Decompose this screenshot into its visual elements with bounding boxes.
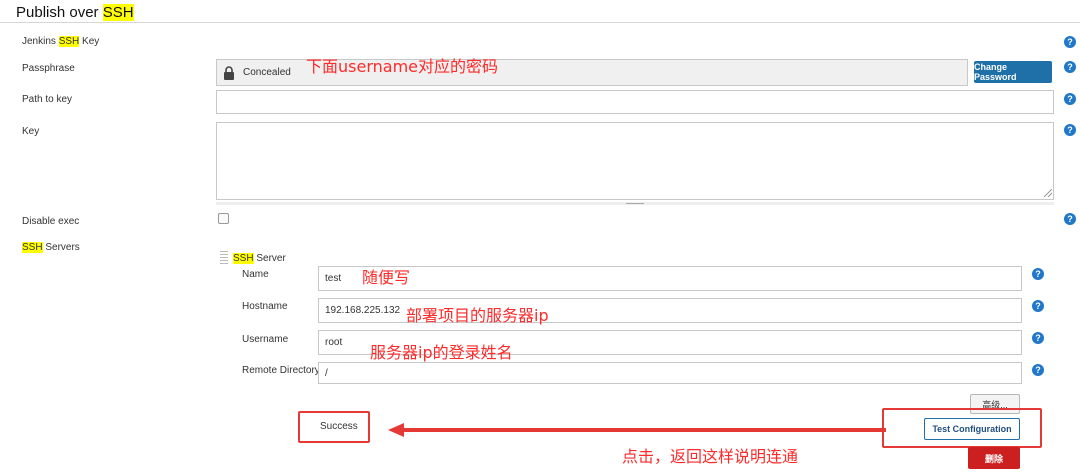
jenkins-ssh-key-label-pre: Jenkins bbox=[22, 36, 59, 47]
lock-icon bbox=[224, 65, 234, 80]
section-title-text: Publish over bbox=[16, 4, 103, 21]
help-icon-hostname[interactable]: ? bbox=[1032, 300, 1044, 312]
ssh-servers-label: SSH Servers bbox=[22, 242, 80, 253]
path-to-key-label: Path to key bbox=[22, 94, 73, 105]
annotation-test: 点击，返回这样说明连通 bbox=[622, 447, 799, 466]
username-label: Username bbox=[242, 334, 289, 345]
textarea-resize-grip bbox=[626, 203, 644, 204]
hostname-label: Hostname bbox=[242, 301, 288, 312]
server-name-input[interactable]: test bbox=[318, 266, 1022, 291]
passphrase-value: Concealed bbox=[243, 67, 291, 78]
passphrase-label: Passphrase bbox=[22, 63, 75, 74]
jenkins-ssh-key-label-hl: SSH bbox=[58, 36, 80, 47]
section-divider bbox=[0, 22, 1080, 23]
help-icon-passphrase[interactable]: ? bbox=[1064, 61, 1076, 73]
drag-handle[interactable] bbox=[220, 251, 228, 265]
annotation-name: 随便写 bbox=[362, 268, 411, 287]
remote-directory-label: Remote Directory bbox=[242, 365, 320, 376]
ssh-server-header-hl: SSH bbox=[233, 253, 254, 264]
server-name-label: Name bbox=[242, 269, 269, 280]
annotation-username: 服务器ip的登录姓名 bbox=[370, 343, 513, 362]
key-textarea[interactable] bbox=[216, 122, 1054, 200]
annotation-passphrase: 下面username对应的密码 bbox=[306, 57, 498, 76]
help-icon-key[interactable]: ? bbox=[1064, 124, 1076, 136]
delete-button[interactable]: 删除 bbox=[968, 447, 1020, 469]
help-icon-remote-directory[interactable]: ? bbox=[1032, 364, 1044, 376]
annotation-arrow bbox=[388, 423, 886, 437]
test-configuration-button[interactable]: Test Configuration bbox=[924, 418, 1020, 440]
path-to-key-input[interactable] bbox=[216, 90, 1054, 114]
section-title-highlight: SSH bbox=[102, 4, 134, 21]
help-icon-disable-exec[interactable]: ? bbox=[1064, 213, 1076, 225]
ssh-servers-label-post: Servers bbox=[42, 242, 80, 253]
help-icon-server-name[interactable]: ? bbox=[1032, 268, 1044, 280]
ssh-servers-label-hl: SSH bbox=[22, 242, 43, 253]
remote-directory-input[interactable]: / bbox=[318, 362, 1022, 384]
change-password-button[interactable]: Change Password bbox=[974, 61, 1052, 83]
success-status-text: Success bbox=[320, 421, 358, 432]
key-label: Key bbox=[22, 126, 40, 137]
resize-handle[interactable] bbox=[1044, 189, 1052, 197]
help-icon-jenkins-key[interactable]: ? bbox=[1064, 36, 1076, 48]
help-icon-username[interactable]: ? bbox=[1032, 332, 1044, 344]
jenkins-ssh-key-label: Jenkins SSH Key bbox=[22, 36, 99, 47]
section-title: Publish over SSH bbox=[16, 4, 134, 21]
help-icon-path-to-key[interactable]: ? bbox=[1064, 93, 1076, 105]
ssh-server-header-post: Server bbox=[253, 253, 286, 264]
disable-exec-checkbox[interactable] bbox=[218, 213, 229, 224]
disable-exec-label: Disable exec bbox=[22, 216, 80, 227]
annotation-hostname: 部署项目的服务器ip bbox=[406, 306, 549, 325]
jenkins-ssh-key-label-post: Key bbox=[79, 36, 100, 47]
ssh-server-header: SSH Server bbox=[233, 253, 286, 264]
